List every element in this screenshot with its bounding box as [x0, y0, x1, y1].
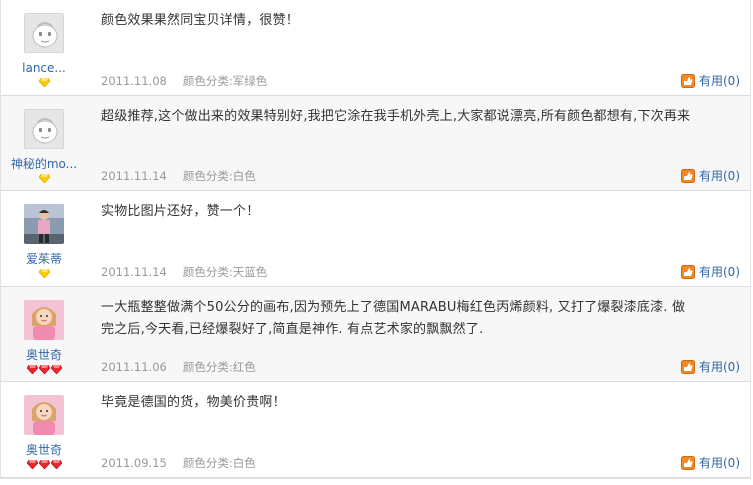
review-row: 奥世奇 一大瓶整整做满个50公分的画布,因为预先上了德国MARABU梅红色丙烯颜…: [1, 286, 750, 382]
review-meta: 2011.11.08 颜色分类:军绿色: [101, 73, 267, 89]
user-rank: [1, 173, 87, 184]
color-category: 颜色分类:军绿色: [182, 73, 268, 88]
review-date: 2011.11.06: [101, 360, 167, 374]
user-rank: [1, 78, 87, 88]
user-rank: [1, 364, 87, 375]
red-diamond-icon: [26, 364, 38, 374]
red-diamond-icon: [50, 364, 62, 374]
review-text: 实物比图片还好，赞一个！: [101, 204, 260, 219]
photo-avatar-icon[interactable]: [24, 395, 64, 435]
review-text: 毕竟是德国的货，物美价贵啊！: [101, 395, 286, 410]
useful-icon: [680, 264, 695, 279]
default-avatar-icon[interactable]: [24, 13, 64, 53]
color-category: 颜色分类:白色: [182, 455, 256, 470]
review-row: 奥世奇 毕竟是德国的货，物美价贵啊！ 2011.09.15 颜色分类:白色 有用…: [1, 382, 750, 478]
yellow-diamond-icon: [38, 269, 50, 278]
reviewer-info: lance...: [1, 0, 87, 95]
review-row: 神秘的mo... 超级推荐,这个做出来的效果特别好,我把它涂在我手机外壳上,大家…: [1, 95, 750, 191]
red-diamond-icon: [38, 364, 50, 374]
useful-icon: [680, 360, 695, 374]
review-list: lance... 颜色效果果然同宝贝详情，很赞！ 2011.11.08 颜色分类…: [0, 0, 751, 479]
reviewer-name[interactable]: 爱茱蒂: [1, 252, 87, 266]
useful-button[interactable]: 有用 (0): [680, 168, 740, 184]
reviewer-info: 神秘的mo...: [1, 96, 87, 191]
useful-count: (0): [723, 73, 740, 88]
useful-icon: [680, 169, 695, 183]
review-meta: 2011.09.15 颜色分类:白色: [101, 455, 256, 471]
reviewer-info: 奥世奇: [1, 382, 87, 477]
useful-button[interactable]: 有用 (0): [680, 455, 740, 471]
useful-button[interactable]: 有用 (0): [680, 264, 740, 280]
red-diamond-icon: [26, 460, 38, 469]
useful-button[interactable]: 有用 (0): [680, 359, 740, 375]
yellow-diamond-icon: [38, 173, 50, 183]
reviewer-info: 奥世奇: [1, 287, 87, 382]
review-date: 2011.11.14: [101, 169, 167, 183]
red-diamond-icon: [38, 460, 50, 469]
useful-label: 有用: [698, 169, 723, 183]
useful-label: 有用: [698, 360, 723, 374]
review-row: lance... 颜色效果果然同宝贝详情，很赞！ 2011.11.08 颜色分类…: [1, 0, 750, 96]
reviewer-name[interactable]: 奥世奇: [1, 443, 87, 457]
review-meta: 2011.11.14 颜色分类:白色: [101, 168, 256, 184]
useful-count: (0): [723, 264, 740, 279]
color-category: 颜色分类:红色: [182, 360, 256, 374]
review-date: 2011.11.08: [101, 73, 167, 88]
user-rank: [1, 460, 87, 470]
useful-count: (0): [723, 455, 740, 470]
useful-icon: [680, 73, 695, 88]
useful-button[interactable]: 有用 (0): [680, 73, 740, 89]
review-meta: 2011.11.14 颜色分类:天蓝色: [101, 264, 267, 280]
review-text: 颜色效果果然同宝贝详情，很赞！: [101, 13, 300, 28]
review-date: 2011.11.14: [101, 264, 167, 279]
user-rank: [1, 269, 87, 279]
useful-label: 有用: [698, 73, 723, 88]
reviewer-info: 爱茱蒂: [1, 191, 87, 286]
reviewer-name[interactable]: lance...: [1, 61, 87, 75]
photo-avatar-icon[interactable]: [24, 299, 64, 340]
useful-count: (0): [723, 169, 740, 183]
useful-icon: [680, 455, 695, 470]
reviewer-name[interactable]: 神秘的mo...: [1, 157, 87, 171]
color-category: 颜色分类:白色: [182, 169, 256, 183]
review-text: 一大瓶整整做满个50公分的画布,因为预先上了德国MARABU梅红色丙烯颜料, 又…: [101, 299, 686, 337]
photo-avatar-icon[interactable]: [24, 204, 64, 244]
review-row: 爱茱蒂 实物比图片还好，赞一个！ 2011.11.14 颜色分类:天蓝色 有用(…: [1, 191, 750, 287]
reviewer-name[interactable]: 奥世奇: [1, 348, 87, 362]
default-avatar-icon[interactable]: [24, 108, 64, 149]
review-meta: 2011.11.06 颜色分类:红色: [101, 359, 256, 375]
yellow-diamond-icon: [38, 78, 50, 87]
review-text: 超级推荐,这个做出来的效果特别好,我把它涂在我手机外壳上,大家都说漂亮,所有颜色…: [101, 108, 691, 124]
useful-count: (0): [723, 360, 740, 374]
red-diamond-icon: [50, 460, 62, 469]
review-date: 2011.09.15: [101, 455, 167, 470]
useful-label: 有用: [698, 264, 723, 279]
useful-label: 有用: [698, 455, 723, 470]
color-category: 颜色分类:天蓝色: [182, 264, 268, 279]
